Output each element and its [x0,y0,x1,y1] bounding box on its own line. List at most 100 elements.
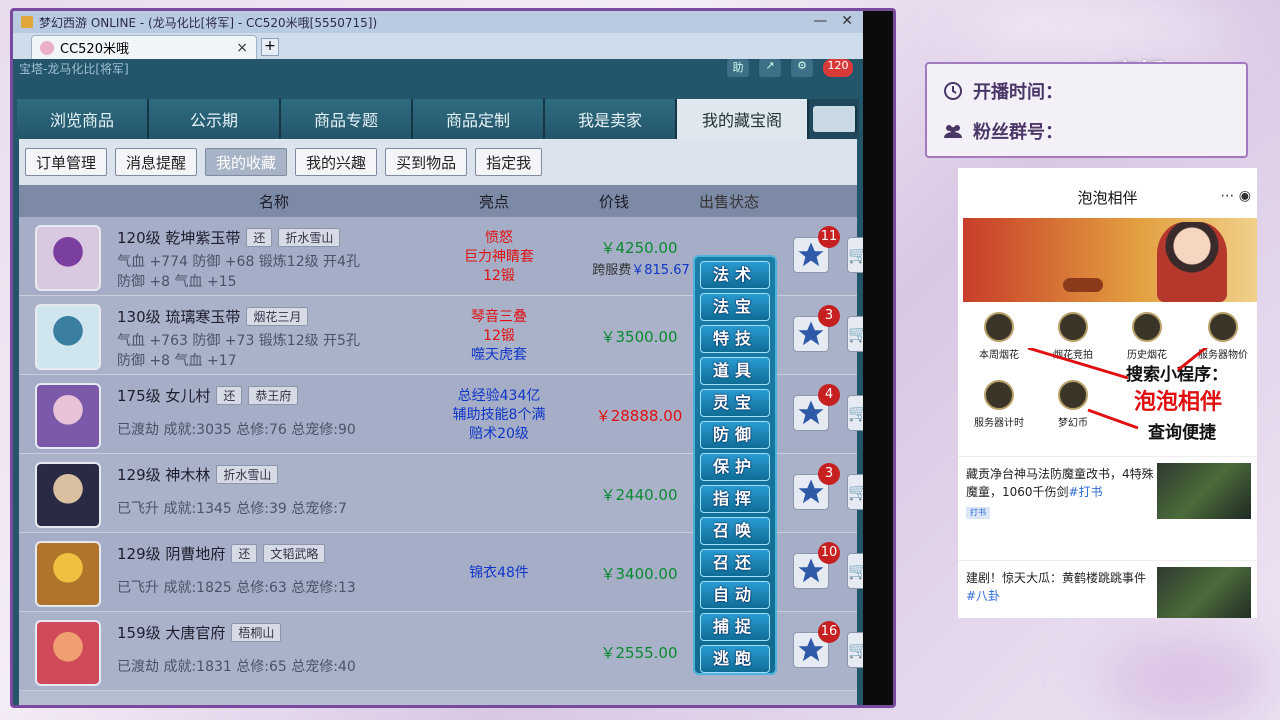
tab-my-treasure[interactable]: 我的藏宝阁 [677,99,809,139]
tab-browse[interactable]: 浏览商品 [17,99,149,139]
col-price[interactable]: 价钱 [549,191,679,212]
app-icon [21,16,33,28]
favorite-count-badge: 10 [818,542,840,564]
orders-button[interactable]: 订单管理 [25,148,108,176]
minimize-icon[interactable]: — [813,13,827,29]
browser-tab[interactable]: CC520米哦 × [31,35,257,59]
highlight-text: 巨力神睛套 [464,249,534,265]
character-illustration [1157,222,1227,302]
news-thumbnail [1157,567,1251,618]
help-icon[interactable]: 助 [727,59,749,77]
favorite-count-badge: 4 [818,384,840,406]
favorite-button[interactable]: 16 [793,621,840,668]
settings-icon[interactable]: ⚙ [791,59,813,77]
item-title[interactable]: 120级 乾坤紫玉带 [117,227,240,248]
highlight-text: 愤怒 [485,230,513,246]
favorite-button[interactable]: 3 [793,305,840,352]
battle-command-menu: 法术法宝特技道具灵宝防御保护指挥召唤召还自动捕捉逃跑 [693,255,777,675]
command-button[interactable]: 召唤 [700,517,770,545]
start-time-row: 开播时间： [943,78,1063,104]
main-tabs: 浏览商品 公示期 商品专题 商品定制 我是卖家 我的藏宝阁 [17,99,859,139]
highlight-cell: 总经验434亿 辅助技能8个满 赔术20级 [439,387,559,444]
command-button[interactable]: 法术 [700,261,770,289]
news-thumbnail [1157,463,1251,519]
group-icon [944,125,962,138]
new-tab-button[interactable]: + [261,38,279,56]
favorite-button[interactable]: 11 [793,226,840,273]
breadcrumb: 宝塔-龙马化比[将军] 助 ↗ ⚙ 120 [13,59,863,77]
item-title[interactable]: 159级 大唐官府 [117,622,225,643]
feature-grid: 本周烟花 烟花竞拍 历史烟花 服务器物价 服务器计时 梦幻币 搜索小程序： 泡泡… [958,308,1257,443]
item-title[interactable]: 130级 琉璃寒玉带 [117,306,240,327]
command-button[interactable]: 法宝 [700,293,770,321]
table-header: 名称 亮点 价钱 出售状态 [19,185,857,217]
command-button[interactable]: 捕捉 [700,613,770,641]
favorite-button[interactable]: 4 [793,384,840,431]
return-tag: 还 [231,544,258,563]
highlight-text: 辅助技能8个满 [452,407,546,423]
server-tag: 恭王府 [248,386,299,405]
favorite-count-badge: 11 [818,226,840,248]
item-icon[interactable] [35,462,101,528]
item-title[interactable]: 129级 神木林 [117,464,210,485]
return-tag: 还 [246,228,273,247]
item-attributes: 已渡劫 成就:1831 总修:65 总宠修:40 [117,659,356,675]
item-title[interactable]: 129级 阴曹地府 [117,543,225,564]
command-button[interactable]: 自动 [700,581,770,609]
command-button[interactable]: 道具 [700,357,770,385]
news-item[interactable]: 藏贡净台神马法防魔童改书，4特殊魔童，1060千伤剑#打书 打书 [958,456,1257,536]
command-button[interactable]: 召还 [700,549,770,577]
item-icon[interactable] [35,383,101,449]
close-window-icon[interactable]: ✕ [841,13,853,29]
purchased-button[interactable]: 买到物品 [385,148,468,176]
command-button[interactable]: 防御 [700,421,770,449]
more-icon[interactable]: ⋯ ◉ [1220,188,1251,204]
price-value: ￥4250.00 [600,239,678,257]
messages-button[interactable]: 消息提醒 [115,148,198,176]
tab-close-icon[interactable]: × [236,40,248,56]
tab-label: CC520米哦 [60,42,129,57]
tab-public[interactable]: 公示期 [149,99,281,139]
share-icon[interactable]: ↗ [759,59,781,77]
item-title[interactable]: 175级 女儿村 [117,385,210,406]
bg-glow [1100,640,1280,720]
item-attributes: 气血 +763 防御 +73 锻炼12级 开5孔 [117,333,360,349]
news-tag[interactable]: #打书 [1069,485,1103,499]
window-title: 梦幻西游 ONLINE - (龙马化比[将军] - CC520米哦[555071… [39,15,378,30]
server-tag: 折水雪山 [216,465,279,484]
stream-info-box: 开播时间： 粉丝群号： [925,62,1248,158]
news-text: 建剧！惊天大瓜：黄鹤楼跳跳事件 [966,571,1147,585]
ad-banner[interactable] [963,218,1257,302]
item-title-row: 130级 琉璃寒玉带 烟花三月 [117,306,309,327]
window-title-bar: 梦幻西游 ONLINE - (龙马化比[将军] - CC520米哦[555071… [13,11,893,33]
news-item[interactable]: 建剧！惊天大瓜：黄鹤楼跳跳事件 #八卦 [958,560,1257,618]
message-count-badge[interactable]: 120 [823,59,853,77]
banner-button[interactable] [1063,278,1103,292]
assigned-to-me-button[interactable]: 指定我 [475,148,543,176]
command-button[interactable]: 保护 [700,453,770,481]
tab-custom[interactable]: 商品定制 [413,99,545,139]
price-value: ￥2440.00 [600,486,678,504]
command-button[interactable]: 指挥 [700,485,770,513]
command-button[interactable]: 逃跑 [700,645,770,673]
highlight-text: 锦衣48件 [469,565,529,581]
tab-seller[interactable]: 我是卖家 [545,99,677,139]
favorites-button[interactable]: 我的收藏 [205,148,288,176]
interests-button[interactable]: 我的兴趣 [295,148,378,176]
news-tag[interactable]: #八卦 [966,589,1000,603]
tab-topics[interactable]: 商品专题 [281,99,413,139]
favorite-button[interactable]: 3 [793,463,840,510]
item-icon[interactable] [35,225,101,291]
col-name[interactable]: 名称 [109,191,439,212]
tab-blank[interactable] [813,106,857,132]
command-button[interactable]: 特技 [700,325,770,353]
item-attributes: 气血 +774 防御 +68 锻炼12级 开4孔 [117,254,360,270]
item-icon[interactable] [35,620,101,686]
favorite-button[interactable]: 10 [793,542,840,589]
item-icon[interactable] [35,304,101,370]
clock-icon [944,82,962,100]
item-icon[interactable] [35,541,101,607]
highlight-text: 赔术20级 [469,426,529,442]
command-button[interactable]: 灵宝 [700,389,770,417]
timer-icon [984,380,1014,410]
